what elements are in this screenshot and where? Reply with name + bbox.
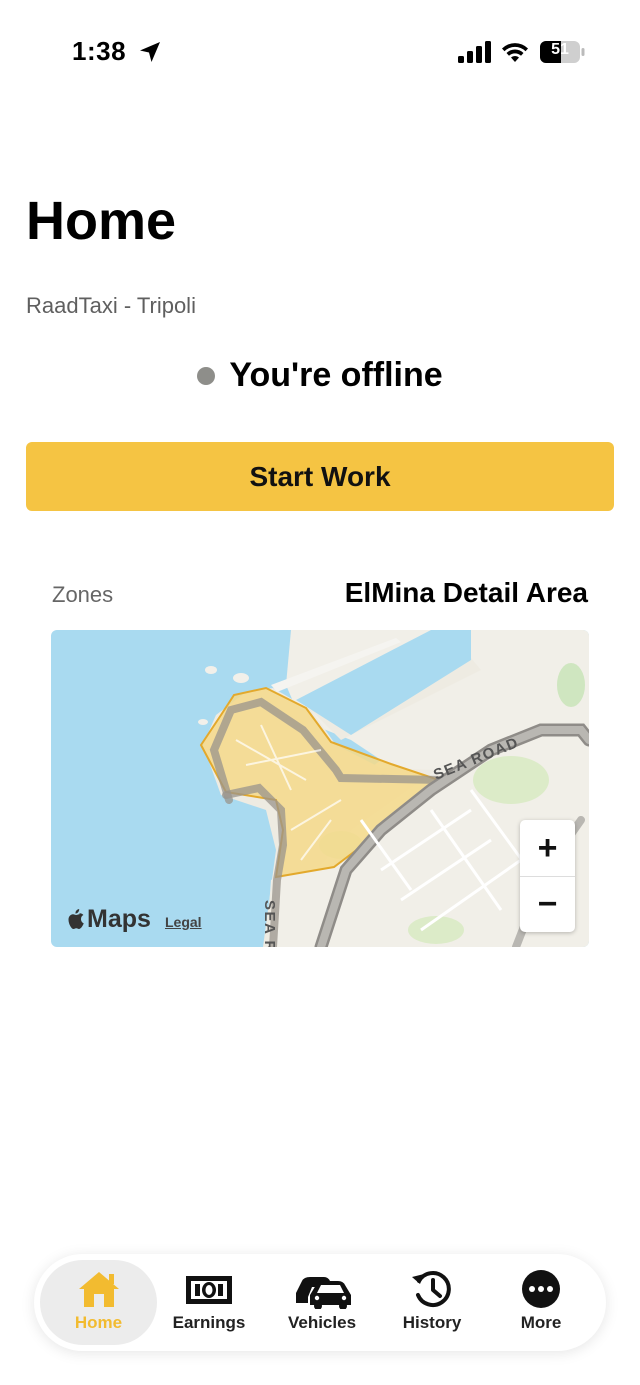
tab-label-vehicles: Vehicles: [287, 1313, 357, 1332]
banknote-icon: [186, 1276, 232, 1304]
offline-status-dot: [197, 366, 216, 385]
maps-logo-text: Maps: [87, 905, 151, 933]
apple-logo-icon: [68, 908, 84, 929]
apple-maps-logo: Maps: [67, 905, 151, 934]
zoom-in-button[interactable]: +: [520, 820, 575, 877]
bottom-tab-bar: Home Earnings Vehicles History More: [34, 1254, 606, 1351]
tab-more[interactable]: More: [493, 1260, 589, 1345]
map-road-label-sea-r: SEA R: [261, 900, 278, 947]
more-icon: [522, 1270, 560, 1308]
zone-name: ElMina Detail Area: [344, 577, 588, 608]
tab-label-more: More: [520, 1313, 562, 1332]
map-legal-link[interactable]: Legal: [165, 914, 202, 930]
status-text: You're offline: [229, 356, 443, 394]
tab-history[interactable]: History: [384, 1260, 480, 1345]
start-work-button[interactable]: Start Work: [26, 442, 614, 511]
tab-label-history: History: [402, 1313, 462, 1332]
battery-level: 51: [551, 41, 569, 58]
wifi-icon: [502, 43, 528, 62]
zone-map[interactable]: SEA ROAD SEA R + − Maps Legal: [51, 630, 589, 947]
zoom-out-button[interactable]: −: [520, 876, 575, 932]
status-time: 1:38: [72, 36, 127, 66]
tab-label-home: Home: [74, 1313, 123, 1332]
map-zoom-control: + −: [520, 820, 575, 932]
zones-label: Zones: [52, 582, 114, 607]
tab-earnings[interactable]: Earnings: [161, 1260, 257, 1345]
cellular-signal-icon: [458, 41, 491, 63]
tab-label-earnings: Earnings: [172, 1313, 246, 1332]
cars-icon: [296, 1277, 351, 1309]
page-title: Home: [26, 191, 177, 251]
driver-status: You're offline: [0, 356, 640, 395]
history-icon: [412, 1271, 451, 1307]
status-bar: 1:38 51: [0, 0, 640, 100]
home-icon: [78, 1272, 119, 1307]
tab-home[interactable]: Home: [40, 1260, 157, 1345]
location-arrow-icon: [140, 42, 160, 62]
tab-vehicles[interactable]: Vehicles: [274, 1260, 370, 1345]
company-subtitle: RaadTaxi - Tripoli: [26, 293, 196, 318]
map-canvas[interactable]: SEA ROAD SEA R: [51, 630, 589, 947]
